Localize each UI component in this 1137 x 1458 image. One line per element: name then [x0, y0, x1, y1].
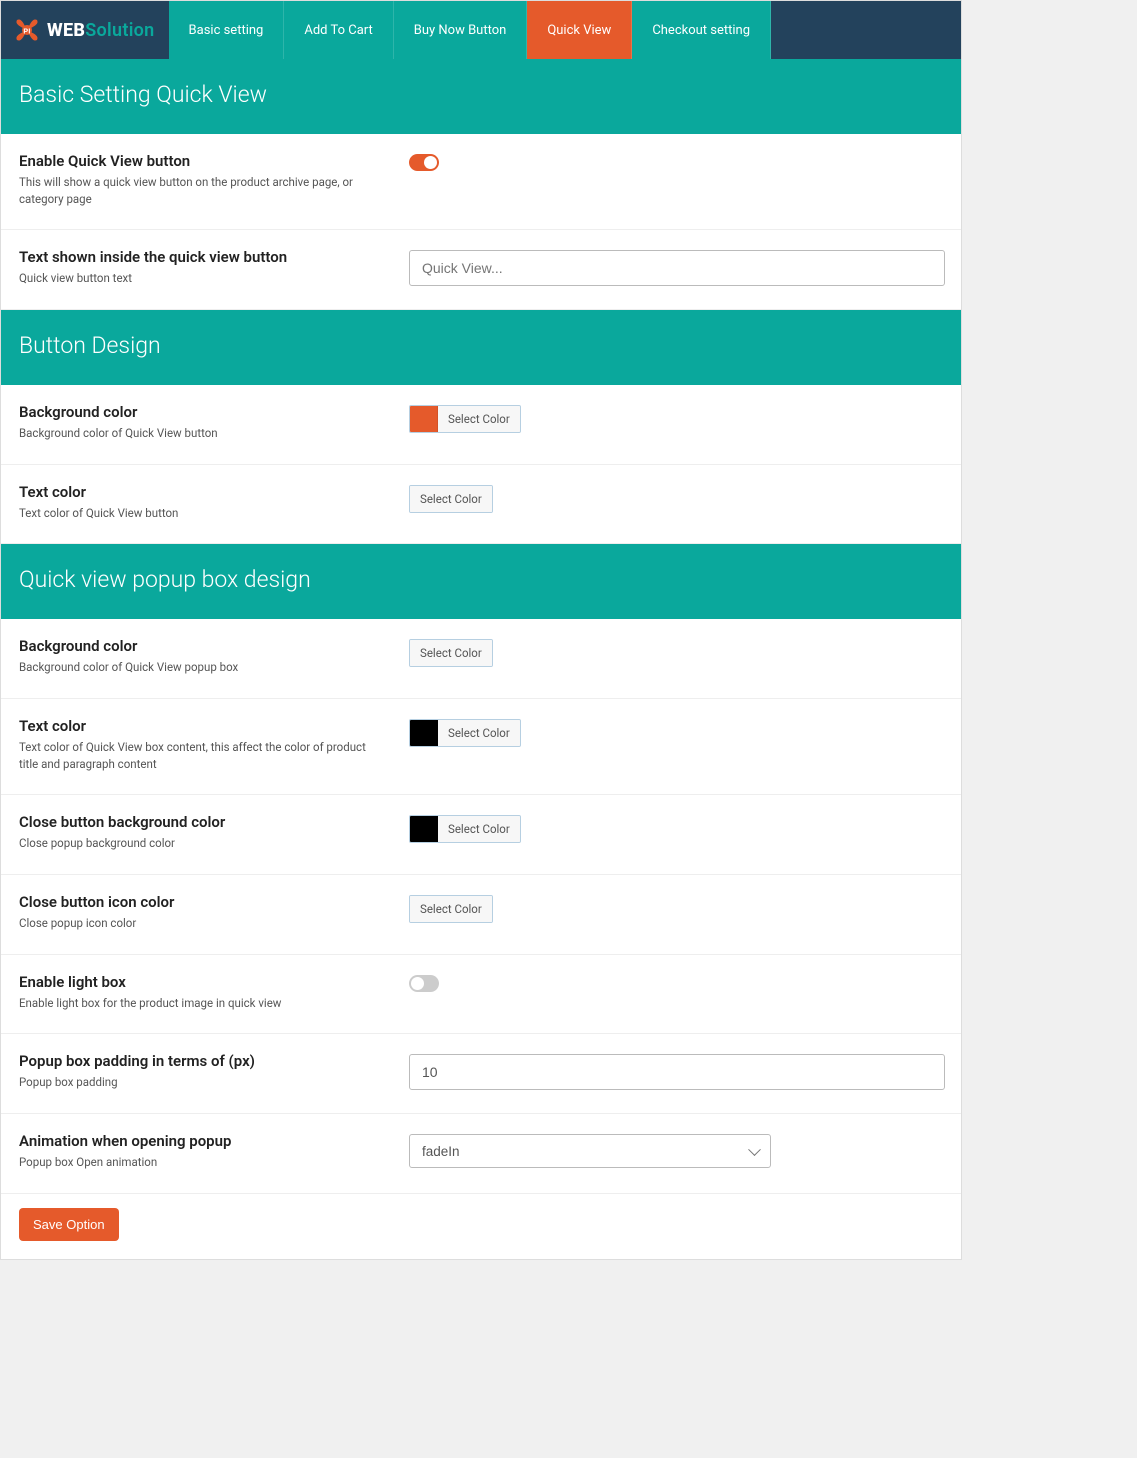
select-color-label: Select Color [410, 896, 492, 922]
btn-bg-color-picker[interactable]: Select Color [409, 405, 521, 433]
tabs: Basic setting Add To Cart Buy Now Button… [169, 1, 772, 59]
btn-bg-desc: Background color of Quick View button [19, 425, 385, 442]
btn-text-color-picker[interactable]: Select Color [409, 485, 493, 513]
save-button[interactable]: Save Option [19, 1208, 119, 1241]
row-btn-text-color: Text color Text color of Quick View butt… [1, 465, 961, 545]
color-swatch [410, 406, 438, 432]
save-row: Save Option [1, 1194, 961, 1259]
tab-quick-view[interactable]: Quick View [527, 1, 632, 59]
tab-buy-now-button[interactable]: Buy Now Button [394, 1, 528, 59]
select-color-label: Select Color [438, 720, 520, 746]
section-header-popup: Quick view popup box design [1, 544, 961, 619]
tab-add-to-cart[interactable]: Add To Cart [284, 1, 393, 59]
logo-text-solution: Solution [85, 20, 154, 41]
enable-quick-view-desc: This will show a quick view button on th… [19, 174, 385, 207]
close-icon-title: Close button icon color [19, 893, 385, 911]
toggle-knob [424, 156, 437, 169]
lightbox-desc: Enable light box for the product image i… [19, 995, 385, 1012]
close-icon-color-picker[interactable]: Select Color [409, 895, 493, 923]
btn-text-desc: Text color of Quick View button [19, 505, 385, 522]
padding-input[interactable] [409, 1054, 945, 1090]
row-enable-lightbox: Enable light box Enable light box for th… [1, 955, 961, 1035]
section-header-button-design: Button Design [1, 310, 961, 385]
close-bg-color-picker[interactable]: Select Color [409, 815, 521, 843]
color-swatch [410, 816, 438, 842]
row-close-icon-color: Close button icon color Close popup icon… [1, 875, 961, 955]
close-icon-desc: Close popup icon color [19, 915, 385, 932]
color-swatch [410, 720, 438, 746]
section-header-basic: Basic Setting Quick View [1, 59, 961, 134]
toggle-knob [411, 977, 424, 990]
row-btn-bg-color: Background color Background color of Qui… [1, 385, 961, 465]
btn-text-title: Text color [19, 483, 385, 501]
row-popup-text-color: Text color Text color of Quick View box … [1, 699, 961, 795]
animation-select[interactable]: fadeIn [409, 1134, 771, 1168]
button-text-title: Text shown inside the quick view button [19, 248, 385, 266]
select-color-label: Select Color [410, 486, 492, 512]
topbar: PI WEBSolution Basic setting Add To Cart… [1, 1, 961, 59]
animation-select-wrap: fadeIn [409, 1134, 771, 1168]
row-popup-padding: Popup box padding in terms of (px) Popup… [1, 1034, 961, 1114]
logo-text-web: WEB [47, 20, 85, 41]
lightbox-toggle[interactable] [409, 975, 439, 992]
popup-bg-title: Background color [19, 637, 385, 655]
btn-bg-title: Background color [19, 403, 385, 421]
close-bg-desc: Close popup background color [19, 835, 385, 852]
row-button-text: Text shown inside the quick view button … [1, 230, 961, 310]
select-color-label: Select Color [438, 406, 520, 432]
row-popup-animation: Animation when opening popup Popup box O… [1, 1114, 961, 1194]
select-color-label: Select Color [438, 816, 520, 842]
close-bg-title: Close button background color [19, 813, 385, 831]
button-text-desc: Quick view button text [19, 270, 385, 287]
animation-desc: Popup box Open animation [19, 1154, 385, 1171]
popup-text-desc: Text color of Quick View box content, th… [19, 739, 385, 772]
logo-icon: PI [13, 16, 41, 44]
select-color-label: Select Color [410, 640, 492, 666]
lightbox-title: Enable light box [19, 973, 385, 991]
padding-desc: Popup box padding [19, 1074, 385, 1091]
enable-quick-view-title: Enable Quick View button [19, 152, 385, 170]
animation-title: Animation when opening popup [19, 1132, 385, 1150]
padding-title: Popup box padding in terms of (px) [19, 1052, 385, 1070]
popup-text-color-picker[interactable]: Select Color [409, 719, 521, 747]
popup-text-title: Text color [19, 717, 385, 735]
settings-page: PI WEBSolution Basic setting Add To Cart… [0, 0, 962, 1260]
tab-basic-setting[interactable]: Basic setting [169, 1, 285, 59]
row-popup-bg-color: Background color Background color of Qui… [1, 619, 961, 699]
popup-bg-color-picker[interactable]: Select Color [409, 639, 493, 667]
enable-quick-view-toggle[interactable] [409, 154, 439, 171]
popup-bg-desc: Background color of Quick View popup box [19, 659, 385, 676]
tab-checkout-setting[interactable]: Checkout setting [632, 1, 771, 59]
button-text-input[interactable] [409, 250, 945, 286]
row-close-bg-color: Close button background color Close popu… [1, 795, 961, 875]
row-enable-quick-view: Enable Quick View button This will show … [1, 134, 961, 230]
svg-text:PI: PI [23, 29, 30, 36]
brand-logo: PI WEBSolution [1, 1, 169, 59]
